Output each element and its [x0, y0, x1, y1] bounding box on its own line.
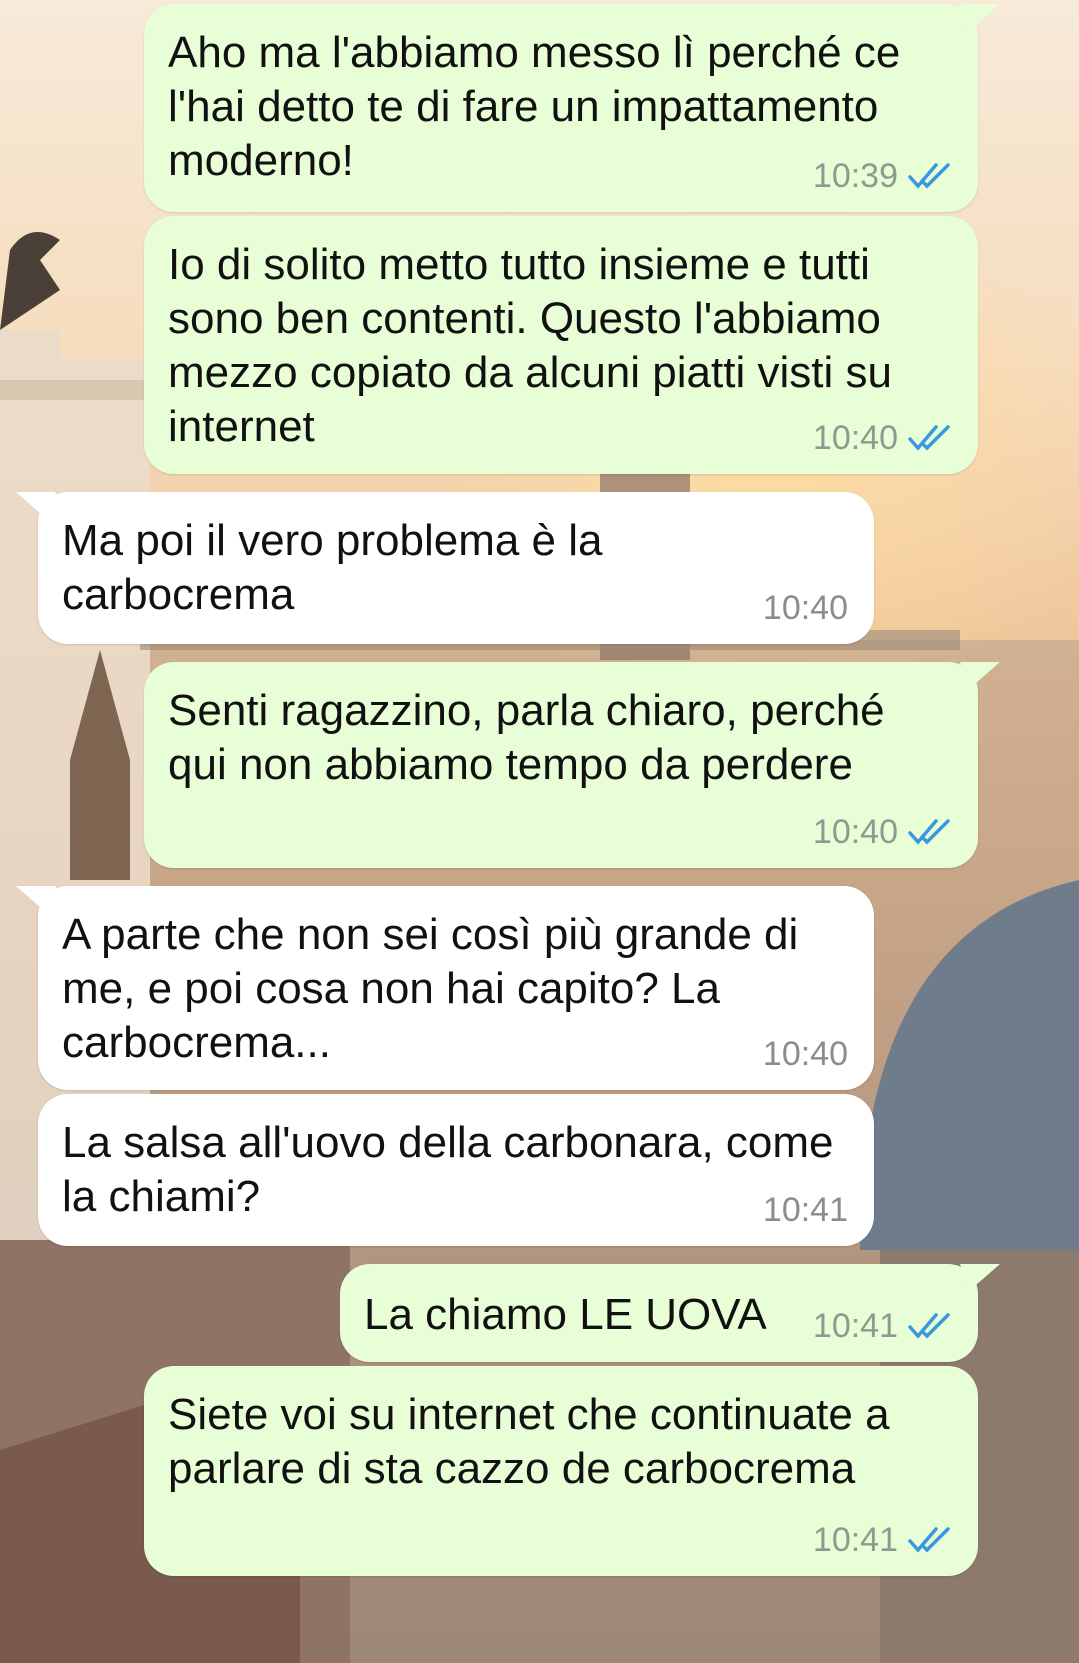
outgoing-message[interactable]: Io di solito metto tutto insieme e tutti… — [144, 216, 978, 474]
message-meta: 10:41 — [813, 1306, 952, 1346]
message-text: La salsa all'uovo della carbonara, come … — [62, 1118, 834, 1221]
outgoing-message[interactable]: Siete voi su internet che continuate a p… — [144, 1366, 978, 1576]
message-time: 10:40 — [762, 1035, 848, 1073]
message-time: 10:41 — [812, 1521, 898, 1559]
message-meta: 10:41 — [763, 1190, 848, 1230]
message-text: Senti ragazzino, parla chiaro, perché qu… — [168, 686, 885, 789]
bubble-tail-icon — [960, 4, 1000, 32]
message-thread[interactable]: Aho ma l'abbiamo messo lì perché ce l'ha… — [0, 0, 1079, 1663]
double-check-read-icon — [908, 425, 950, 451]
message-meta: 10:40 — [813, 812, 952, 852]
message-text: Ma poi il vero problema è la carbocrema — [62, 516, 603, 619]
incoming-message[interactable]: La salsa all'uovo della carbonara, come … — [38, 1094, 874, 1246]
bubble-tail-icon — [960, 662, 1000, 690]
outgoing-message[interactable]: Senti ragazzino, parla chiaro, perché qu… — [144, 662, 1000, 868]
double-check-read-icon — [908, 163, 950, 189]
message-meta: 10:40 — [813, 418, 952, 458]
message-time: 10:41 — [812, 1307, 898, 1345]
message-meta: 10:40 — [763, 1034, 848, 1074]
message-meta: 10:41 — [813, 1520, 952, 1560]
message-text: Siete voi su internet che continuate a p… — [168, 1390, 890, 1493]
message-time: 10:39 — [812, 157, 898, 195]
message-time: 10:40 — [812, 419, 898, 457]
message-text: A parte che non sei così più grande di m… — [62, 910, 799, 1067]
outgoing-message[interactable]: Aho ma l'abbiamo messo lì perché ce l'ha… — [144, 4, 1000, 212]
outgoing-message[interactable]: La chiamo LE UOVA 10:41 — [340, 1264, 1000, 1362]
incoming-message[interactable]: Ma poi il vero problema è la carbocrema … — [16, 492, 874, 644]
message-time: 10:40 — [762, 589, 848, 627]
message-meta: 10:40 — [763, 588, 848, 628]
message-time: 10:41 — [762, 1191, 848, 1229]
incoming-message[interactable]: A parte che non sei così più grande di m… — [16, 886, 874, 1090]
double-check-read-icon — [908, 819, 950, 845]
double-check-read-icon — [908, 1313, 950, 1339]
bubble-tail-icon — [16, 492, 56, 520]
bubble-tail-icon — [960, 1264, 1000, 1292]
message-time: 10:40 — [812, 813, 898, 851]
bubble-tail-icon — [16, 886, 56, 914]
message-meta: 10:39 — [813, 156, 952, 196]
double-check-read-icon — [908, 1527, 950, 1553]
